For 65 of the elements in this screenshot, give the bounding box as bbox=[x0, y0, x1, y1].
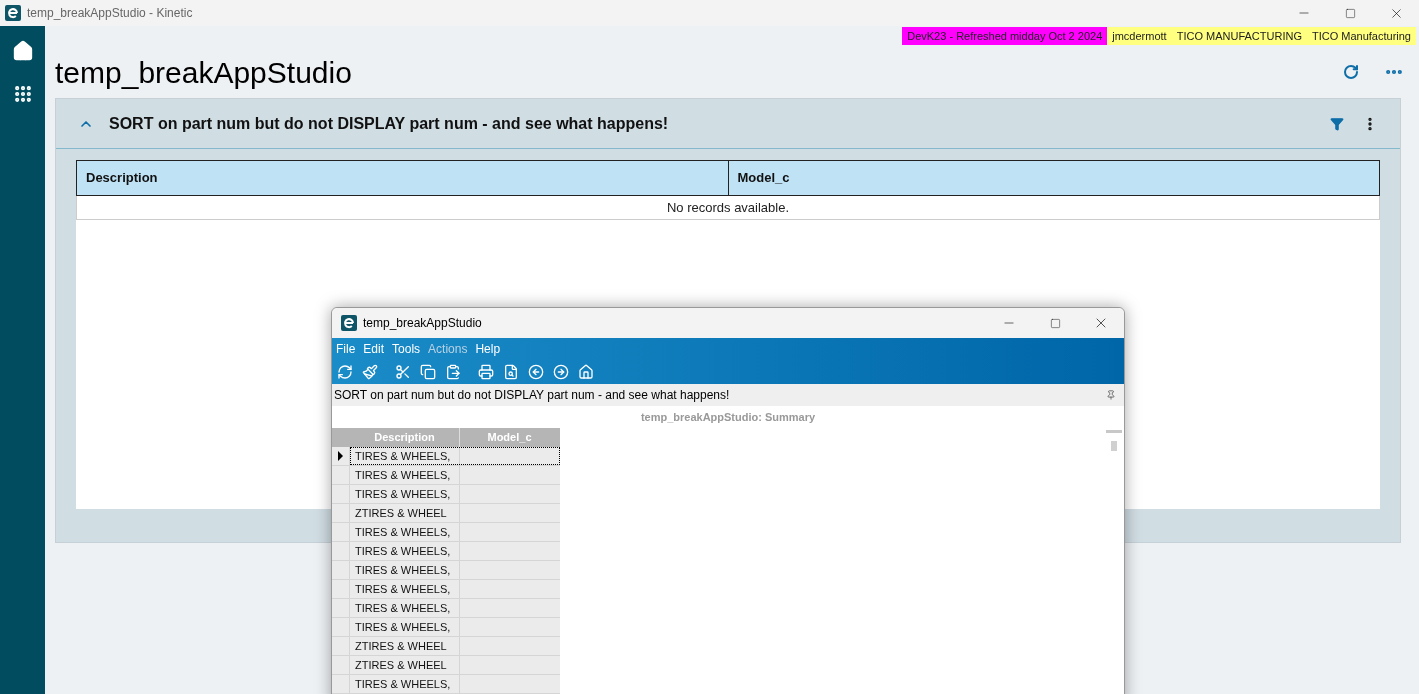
copy-icon[interactable] bbox=[420, 364, 436, 380]
table-cell-text: TIRES & WHEELS, bbox=[354, 581, 452, 597]
environment-tag: DevK23 - Refreshed midday Oct 2 2024 bbox=[902, 27, 1108, 45]
table-cell-text: ZTIRES & WHEEL bbox=[354, 657, 448, 673]
table-cell-text: ZTIRES & WHEEL bbox=[354, 505, 448, 521]
table-cell-text: TIRES & WHEELS, bbox=[354, 467, 452, 483]
grid-row[interactable]: ZTIRES & WHEEL bbox=[332, 504, 560, 523]
paste-icon[interactable] bbox=[445, 364, 461, 380]
grid-row[interactable]: ZTIRES & WHEEL bbox=[332, 656, 560, 675]
filter-icon[interactable] bbox=[1330, 116, 1344, 131]
table-cell-text: TIRES & WHEELS, bbox=[354, 600, 452, 616]
home-icon[interactable] bbox=[578, 364, 594, 380]
window-title: temp_breakAppStudio - Kinetic bbox=[27, 5, 193, 22]
grid-row[interactable]: TIRES & WHEELS, bbox=[332, 485, 560, 504]
table-cell-text: TIRES & WHEELS, bbox=[354, 619, 452, 635]
maximize-icon bbox=[1049, 317, 1061, 329]
forward-icon[interactable] bbox=[553, 364, 569, 380]
apps-grid-icon[interactable] bbox=[12, 84, 33, 104]
page-title: temp_breakAppStudio bbox=[55, 54, 352, 91]
table-cell-text: TIRES & WHEELS, bbox=[354, 486, 452, 502]
pin-icon[interactable] bbox=[1106, 390, 1116, 400]
table-cell-text: TIRES & WHEELS, bbox=[354, 562, 452, 578]
grid-row[interactable]: TIRES & WHEELS, bbox=[332, 599, 560, 618]
grid-row[interactable]: TIRES & WHEELS, bbox=[332, 466, 560, 485]
home-icon[interactable] bbox=[11, 40, 34, 62]
grid-row[interactable]: TIRES & WHEELS, bbox=[332, 523, 560, 542]
table-cell-text: ZTIRES & WHEEL bbox=[354, 638, 448, 654]
panel-title: SORT on part num but do not DISPLAY part num - and see what happens! bbox=[109, 113, 669, 134]
menu-item[interactable]: Tools bbox=[392, 340, 421, 358]
grid-row[interactable]: TIRES & WHEELS, bbox=[332, 675, 560, 694]
dialog-logo-icon bbox=[341, 315, 357, 331]
menu-item[interactable]: File bbox=[336, 340, 356, 358]
menu-item[interactable]: Help bbox=[475, 340, 501, 358]
scrollbar-thumb[interactable] bbox=[1111, 441, 1117, 451]
summary-title: temp_breakAppStudio: Summary bbox=[640, 409, 816, 425]
table-cell-text: TIRES & WHEELS, bbox=[354, 524, 452, 540]
cut-icon[interactable] bbox=[395, 364, 411, 380]
environment-tag: TICO MANUFACTURING bbox=[1171, 27, 1307, 45]
scrollbar[interactable] bbox=[1106, 430, 1122, 433]
grid-row[interactable]: TIRES & WHEELS, bbox=[332, 542, 560, 561]
maximize-icon bbox=[1344, 7, 1356, 19]
environment-tag: TICO Manufacturing bbox=[1306, 27, 1416, 45]
table-cell-text: TIRES & WHEELS, bbox=[354, 543, 452, 559]
menu-item[interactable]: Edit bbox=[363, 340, 385, 358]
row-pointer-icon bbox=[338, 451, 343, 461]
back-icon[interactable] bbox=[528, 364, 544, 380]
preview-icon[interactable] bbox=[503, 364, 519, 380]
column-header[interactable]: Description bbox=[77, 161, 728, 195]
grid-row[interactable]: TIRES & WHEELS, bbox=[332, 561, 560, 580]
grid-row[interactable]: ZTIRES & WHEEL bbox=[332, 637, 560, 656]
empty-message: No records available. bbox=[666, 198, 790, 217]
caption-text: SORT on part num but do not DISPLAY part num - and see what happens! bbox=[334, 387, 730, 404]
refresh-icon[interactable] bbox=[1343, 64, 1359, 80]
column-header[interactable]: Model_c bbox=[727, 161, 1379, 195]
brush-icon[interactable] bbox=[362, 364, 378, 380]
table-cell-text: TIRES & WHEELS, bbox=[354, 448, 452, 464]
table-cell-text: TIRES & WHEELS, bbox=[354, 676, 452, 692]
environment-tag: jmcdermott bbox=[1107, 27, 1172, 45]
dialog-title: temp_breakAppStudio bbox=[363, 315, 482, 332]
grid-row[interactable]: TIRES & WHEELS, bbox=[332, 618, 560, 637]
refresh-icon[interactable] bbox=[337, 364, 353, 380]
grid-row[interactable]: TIRES & WHEELS, bbox=[332, 580, 560, 599]
app-logo-icon bbox=[5, 5, 21, 21]
grid-row[interactable]: TIRES & WHEELS, bbox=[332, 447, 560, 466]
print-icon[interactable] bbox=[478, 364, 494, 380]
